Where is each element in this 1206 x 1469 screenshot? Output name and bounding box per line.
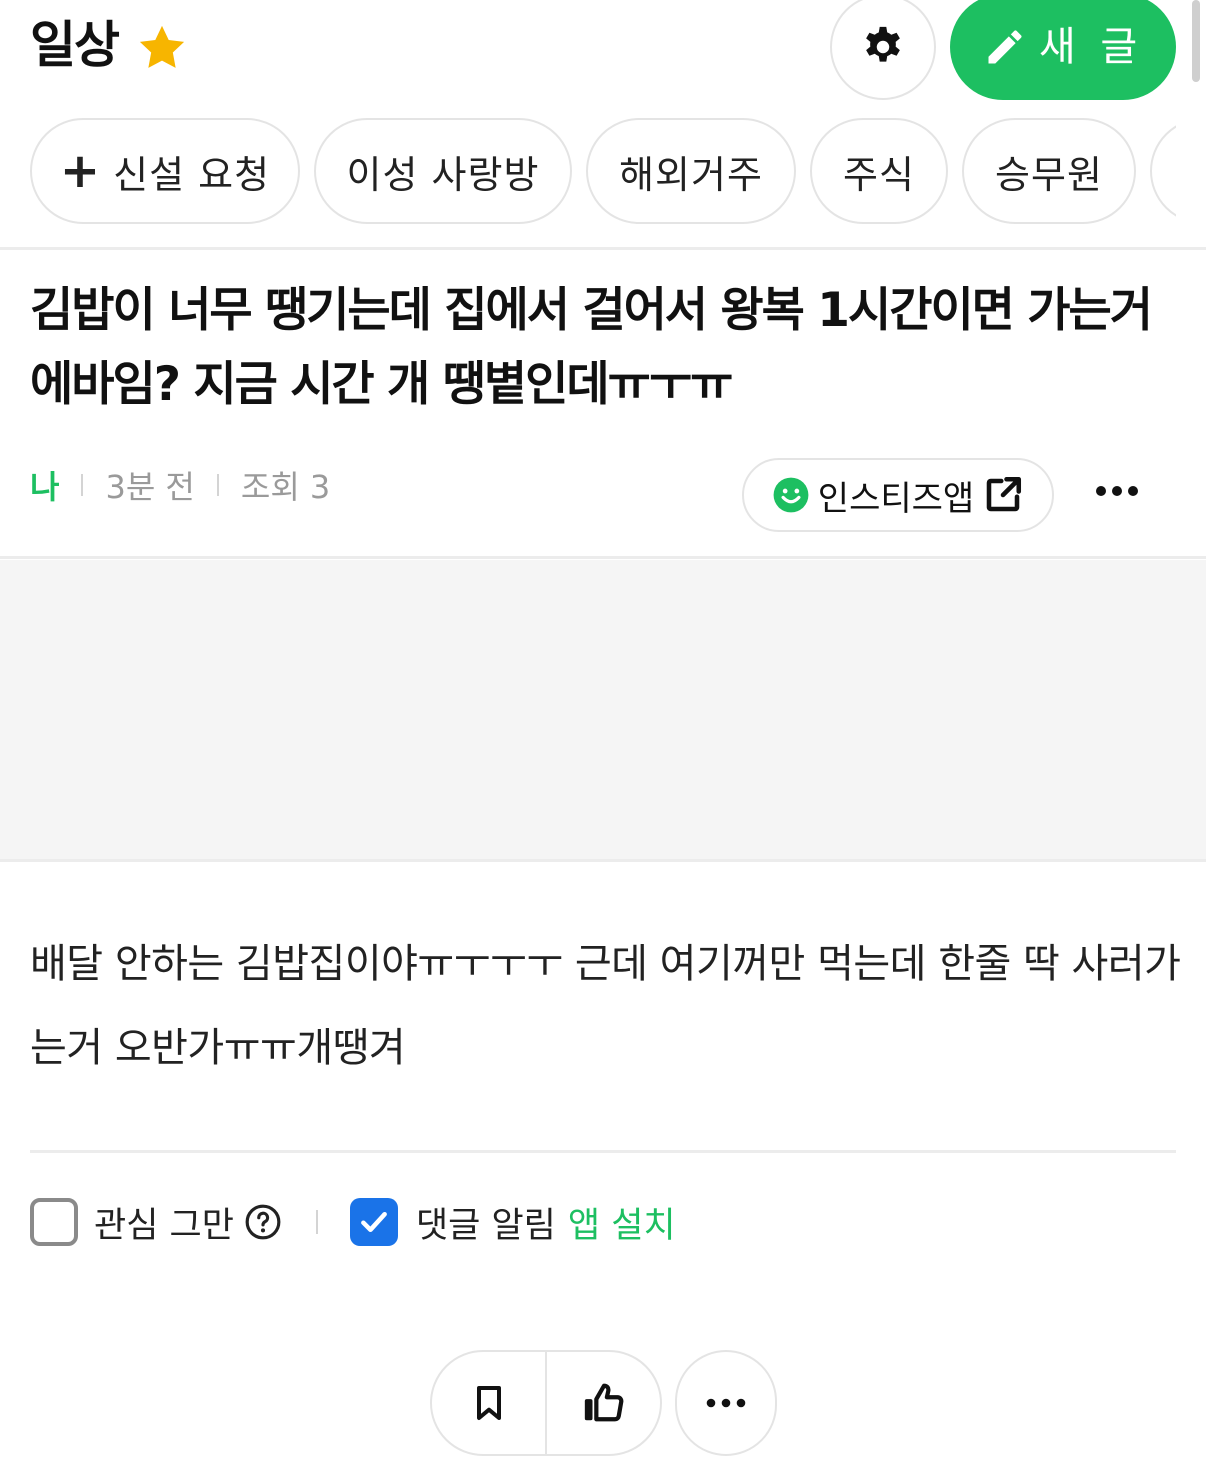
divider bbox=[0, 247, 1206, 250]
options-separator bbox=[315, 1210, 318, 1234]
new-post-button[interactable]: 새 글 bbox=[950, 0, 1176, 100]
external-link-icon bbox=[986, 476, 1022, 512]
tag-request-new[interactable]: + 신설 요청 bbox=[30, 118, 300, 224]
divider bbox=[30, 1150, 1176, 1153]
like-button[interactable] bbox=[547, 1352, 660, 1454]
board-title: 일상 bbox=[30, 16, 120, 74]
category-tags: + 신설 요청 이성 사랑방 해외거주 주식 승무원 bbox=[30, 118, 1176, 224]
post-time: 3분 전 bbox=[105, 468, 195, 506]
post-options: 관심 그만 댓글 알림 앱 설치 bbox=[30, 1192, 676, 1252]
open-in-app-button[interactable]: 인스티즈앱 bbox=[742, 458, 1054, 532]
meta-separator bbox=[216, 474, 219, 496]
post-actions bbox=[430, 1350, 662, 1456]
more-icon bbox=[1096, 486, 1138, 496]
tag-dating[interactable]: 이성 사랑방 bbox=[314, 118, 572, 224]
question-icon[interactable] bbox=[244, 1203, 282, 1241]
ad-placeholder bbox=[0, 560, 1206, 860]
settings-button[interactable] bbox=[830, 0, 936, 100]
tag-partial[interactable] bbox=[1150, 118, 1176, 224]
check-icon bbox=[361, 1211, 387, 1233]
tag-label: 이성 사랑방 bbox=[346, 152, 540, 197]
plus-icon: + bbox=[59, 143, 102, 199]
post-title: 김밥이 너무 땡기는데 집에서 걸어서 왕복 1시간이면 가는거 에바임? 지금… bbox=[30, 283, 1153, 412]
interest-stop-checkbox[interactable] bbox=[30, 1198, 78, 1246]
post-author[interactable]: 나 bbox=[30, 462, 59, 508]
tag-overseas[interactable]: 해외거주 bbox=[586, 118, 796, 224]
tag-label: 승무원 bbox=[995, 152, 1103, 197]
gear-icon bbox=[866, 26, 900, 62]
pencil-icon bbox=[988, 30, 1022, 64]
interest-stop-label[interactable]: 관심 그만 bbox=[94, 1197, 234, 1248]
tag-stocks[interactable]: 주식 bbox=[810, 118, 948, 224]
post-more-button[interactable] bbox=[1090, 470, 1144, 512]
app-badge-label: 인스티즈앱 bbox=[817, 478, 975, 519]
install-app-link[interactable]: 앱 설치 bbox=[568, 1197, 676, 1248]
more-icon bbox=[706, 1398, 746, 1408]
board-header: 일상 새 글 bbox=[0, 0, 1206, 110]
comment-alert-label[interactable]: 댓글 알림 bbox=[416, 1197, 556, 1248]
thumbs-up-icon bbox=[584, 1383, 623, 1422]
tag-flight-attendant[interactable]: 승무원 bbox=[962, 118, 1136, 224]
tag-label: 주식 bbox=[843, 152, 915, 197]
comment-alert-checkbox[interactable] bbox=[349, 1198, 398, 1246]
new-post-label: 새 글 bbox=[1038, 24, 1144, 70]
post-views: 조회 3 bbox=[240, 468, 331, 506]
post-meta: 나 3분 전 조회 3 bbox=[30, 460, 330, 510]
post-body: 배달 안하는 김밥집이야ㅠㅜㅜㅜ 근데 여기꺼만 먹는데 한줄 딱 사러가는거 … bbox=[30, 941, 1181, 1071]
smiley-icon bbox=[773, 477, 809, 513]
bookmark-icon bbox=[476, 1386, 501, 1420]
star-icon[interactable] bbox=[134, 22, 190, 74]
divider bbox=[0, 859, 1206, 862]
tag-label: 해외거주 bbox=[619, 152, 763, 197]
more-actions-button[interactable] bbox=[675, 1350, 777, 1456]
bookmark-button[interactable] bbox=[432, 1352, 545, 1454]
meta-separator bbox=[81, 474, 84, 496]
divider bbox=[0, 556, 1206, 559]
tag-label: 신설 요청 bbox=[113, 152, 271, 197]
